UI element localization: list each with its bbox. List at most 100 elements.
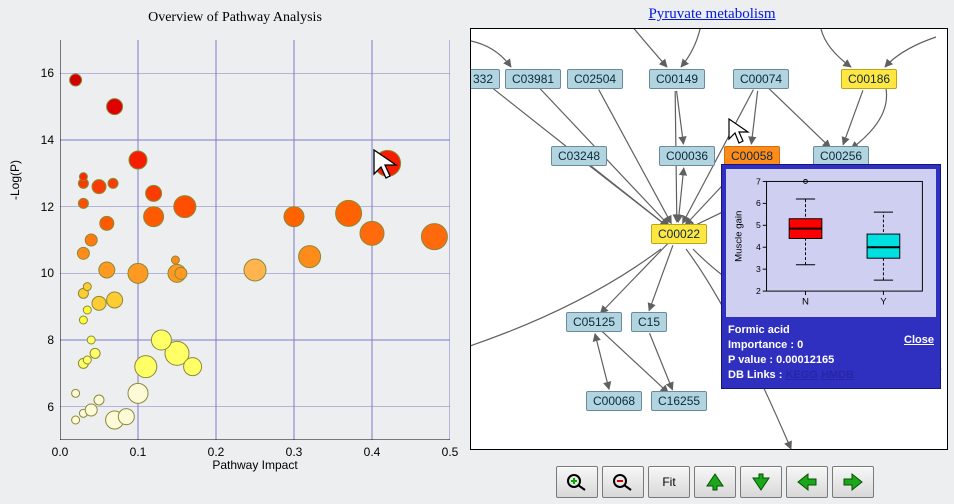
svg-text:7: 7 (756, 176, 761, 186)
pathway-bubble[interactable] (92, 180, 106, 194)
chart-title: Overview of Pathway Analysis (0, 10, 470, 26)
x-tick: 0.2 (201, 445, 231, 459)
pathway-bubble[interactable] (135, 356, 157, 378)
popup-link-kegg[interactable]: KEGG (785, 369, 817, 381)
pathway-bubble[interactable] (87, 336, 95, 344)
svg-text:3: 3 (756, 264, 761, 274)
node-c00149[interactable]: C00149 (649, 69, 705, 89)
svg-text:Y: Y (880, 297, 887, 308)
popup-link-hmdb[interactable]: HMDB (821, 369, 854, 381)
node-c03248[interactable]: C03248 (551, 146, 607, 166)
x-tick: 0.3 (279, 445, 309, 459)
popup-links-label: DB Links : (728, 369, 782, 381)
zoom-out-button[interactable] (602, 466, 644, 498)
pathway-bubble[interactable] (144, 207, 164, 227)
pathway-bubble[interactable] (72, 389, 80, 397)
node-332[interactable]: 332 (470, 69, 500, 89)
bubble-plot[interactable] (60, 40, 450, 440)
y-tick: 10 (30, 267, 54, 279)
pathway-bubble[interactable] (184, 358, 202, 376)
popup-importance-label: Importance : (728, 339, 794, 351)
pathway-bubble[interactable] (72, 416, 80, 424)
pathway-bubble[interactable] (92, 296, 106, 310)
node-c00068[interactable]: C00068 (586, 391, 642, 411)
x-tick: 0.5 (435, 445, 465, 459)
pathway-bubble[interactable] (107, 99, 123, 115)
node-c00186[interactable]: C00186 (841, 69, 897, 89)
x-tick: 0.0 (45, 445, 75, 459)
popup-boxplot: Muscle gain 2 3 4 5 6 7 N Y (726, 169, 936, 317)
pathway-bubble[interactable] (108, 178, 118, 188)
pan-right-button[interactable] (832, 466, 874, 498)
pathway-overview-chart: Overview of Pathway Analysis 6810121416 … (0, 0, 470, 504)
x-tick: 0.1 (123, 445, 153, 459)
popup-close-link[interactable]: Close (904, 333, 934, 348)
pathway-title-link[interactable]: Pyruvate metabolism (648, 6, 775, 22)
x-axis-label: Pathway Impact (60, 458, 450, 472)
pathway-bubble[interactable] (284, 207, 304, 227)
fit-button[interactable]: Fit (648, 466, 690, 498)
pathway-bubble[interactable] (83, 283, 91, 291)
pathway-bubble[interactable] (360, 221, 384, 245)
node-c16255[interactable]: C16255 (651, 391, 707, 411)
pathway-bubble[interactable] (94, 395, 104, 405)
pathway-bubble[interactable] (128, 383, 148, 403)
svg-text:6: 6 (756, 198, 761, 208)
pathway-bubble[interactable] (90, 348, 100, 358)
node-c00022[interactable]: C00022 (651, 224, 707, 244)
svg-text:2: 2 (756, 286, 761, 296)
pathway-bubble[interactable] (83, 306, 91, 314)
y-tick: 8 (30, 334, 54, 346)
pathway-bubble[interactable] (85, 404, 97, 416)
pathway-bubble[interactable] (129, 151, 147, 169)
pathway-bubble[interactable] (299, 246, 321, 268)
pathway-bubble[interactable] (79, 316, 87, 324)
node-c05125[interactable]: C05125 (566, 312, 622, 332)
pathway-bubble[interactable] (100, 216, 114, 230)
y-tick: 6 (30, 401, 54, 413)
popup-pvalue-label: P value : (728, 354, 773, 366)
compound-popup: Muscle gain234567NY Close Formic acid Im… (721, 164, 941, 389)
pathway-bubble[interactable] (336, 200, 362, 226)
node-c00074[interactable]: C00074 (733, 69, 789, 89)
pathway-bubble[interactable] (70, 74, 82, 86)
node-c02504[interactable]: C02504 (567, 69, 623, 89)
pathway-graph[interactable]: 332 C03981 C02504 C00149 C00074 C00186 C… (470, 28, 948, 450)
node-c03981[interactable]: C03981 (505, 69, 561, 89)
y-tick: 16 (30, 67, 54, 79)
pathway-bubble[interactable] (375, 150, 401, 176)
pan-up-button[interactable] (694, 466, 736, 498)
pathway-bubble[interactable] (171, 256, 179, 264)
pathway-bubble[interactable] (79, 173, 87, 181)
pathway-bubble[interactable] (421, 224, 447, 250)
pathway-bubble[interactable] (107, 292, 123, 308)
svg-text:N: N (802, 297, 809, 308)
node-c00058[interactable]: C00058 (724, 146, 780, 166)
graph-toolbar: Fit (556, 466, 874, 498)
pathway-bubble[interactable] (85, 234, 97, 246)
y-tick: 12 (30, 201, 54, 213)
pathway-bubble[interactable] (174, 196, 196, 218)
node-c00036[interactable]: C00036 (659, 146, 715, 166)
svg-text:Muscle gain: Muscle gain (734, 211, 745, 262)
y-tick: 14 (30, 134, 54, 146)
pathway-bubble[interactable] (78, 198, 88, 208)
pathway-bubble[interactable] (77, 247, 89, 259)
pathway-bubble[interactable] (244, 259, 266, 281)
pathway-bubble[interactable] (83, 356, 91, 364)
x-tick: 0.4 (357, 445, 387, 459)
pathway-bubble[interactable] (151, 330, 171, 350)
zoom-in-button[interactable] (556, 466, 598, 498)
svg-text:5: 5 (756, 220, 761, 230)
pathway-bubble[interactable] (175, 267, 187, 279)
svg-text:4: 4 (756, 242, 761, 252)
pan-down-button[interactable] (740, 466, 782, 498)
pan-left-button[interactable] (786, 466, 828, 498)
pathway-bubble[interactable] (118, 409, 134, 425)
pathway-bubble[interactable] (128, 263, 148, 283)
node-c00256[interactable]: C00256 (813, 146, 869, 166)
pathway-bubble[interactable] (99, 262, 115, 278)
y-axis-label: -Log(P) (8, 160, 22, 200)
pathway-bubble[interactable] (146, 185, 162, 201)
node-c15[interactable]: C15 (631, 312, 667, 332)
